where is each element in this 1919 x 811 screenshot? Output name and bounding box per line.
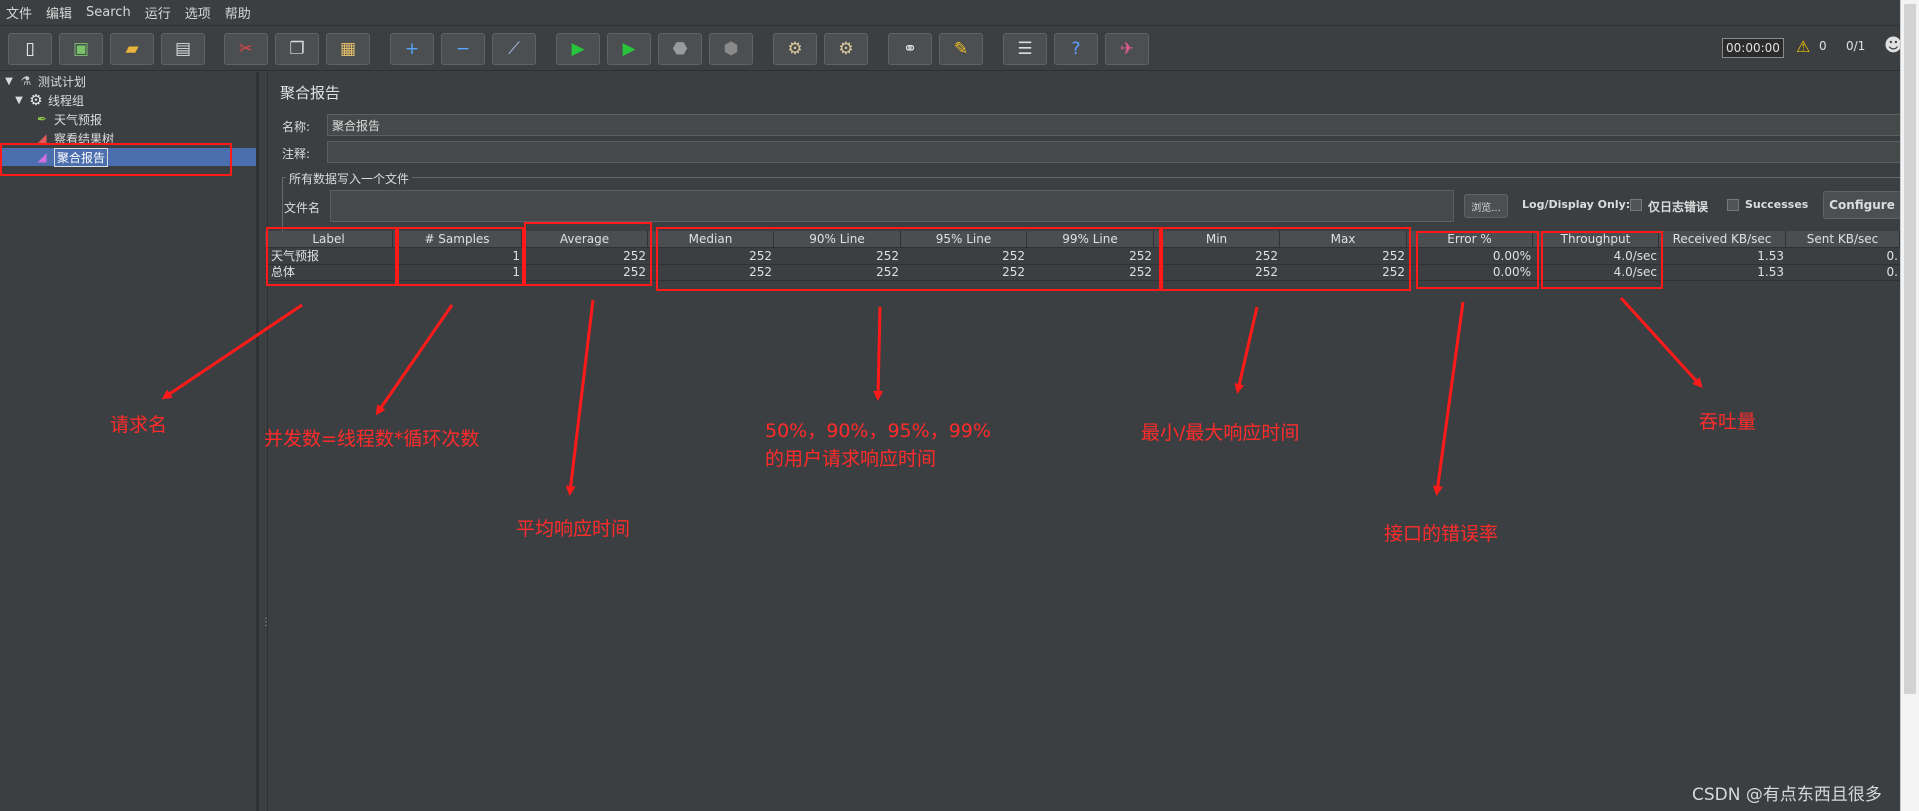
open-icon[interactable]: ▰ [110,33,154,65]
reset-search-icon[interactable]: ✎ [939,33,983,65]
annotation-box-samples [397,227,524,286]
function-helper-icon[interactable]: ☰ [1003,33,1047,65]
shutdown-icon[interactable]: ⬢ [709,33,753,65]
menu-search[interactable]: Search [86,5,131,20]
annotation-concurrency: 并发数=线程数*循环次数 [264,428,480,450]
annotation-error-rate: 接口的错误率 [1384,523,1499,545]
expand-arrow-icon[interactable]: ▼ [4,76,14,87]
annotation-box-throughput [1541,231,1663,289]
templates-icon[interactable]: ▣ [59,33,103,65]
menu-file[interactable]: 文件 [6,3,32,22]
tree-item-thread-group[interactable]: ▼ ⚙ 线程组 [14,91,84,109]
annotation-minmax: 最小/最大响应时间 [1141,422,1300,444]
comment-field[interactable] [327,141,1900,163]
annotation-percentiles-line2: 的用户请求响应时间 [765,448,937,470]
menu-help[interactable]: 帮助 [225,3,251,22]
col-header-received[interactable]: Received KB/sec [1659,231,1786,248]
gear-icon: ⚙ [29,91,43,109]
sampler-icon: ✒ [36,112,48,126]
clear-icon[interactable]: ⚙ [773,33,817,65]
tree-item-label: 线程组 [48,93,85,108]
new-plan-icon[interactable]: ▯ [8,33,52,65]
aggregate-report-panel: 聚合报告 名称: 注释: 所有数据写入一个文件 文件名 浏览... Log/Di… [267,72,1900,811]
paste-icon[interactable]: ▦ [326,33,370,65]
name-label: 名称: [282,120,311,134]
elapsed-timer: 00:00:00 [1722,38,1784,58]
search-icon[interactable]: ⚭ [888,33,932,65]
table-cell[interactable]: 0. [1786,249,1900,264]
annotation-percentiles-line1: 50%，90%，95%，99% [765,420,991,442]
browse-button[interactable]: 浏览... [1464,194,1508,218]
menu-run[interactable]: 运行 [145,3,171,22]
comment-label: 注释: [282,147,311,161]
remote-icon[interactable]: ✈ [1105,33,1149,65]
cut-icon[interactable]: ✂ [224,33,268,65]
annotation-request-name: 请求名 [110,414,168,436]
stop-icon[interactable]: ⬣ [658,33,702,65]
tree-item-label: 测试计划 [38,74,87,89]
save-icon[interactable]: ▤ [161,33,205,65]
collapse-icon[interactable]: − [441,33,485,65]
col-header-sent[interactable]: Sent KB/sec [1786,231,1900,248]
file-name-label: 文件名 [284,201,321,215]
clear-all-icon[interactable]: ⚙ [824,33,868,65]
copy-icon[interactable]: ❐ [275,33,319,65]
expand-arrow-icon[interactable]: ▼ [14,95,24,106]
flask-icon: ⚗ [20,74,32,88]
watermark: CSDN @有点东西且很多 [1692,785,1882,805]
configure-button[interactable]: Configure [1823,191,1900,219]
remote-status-icon: ☻ [1884,35,1900,56]
annotation-box-percentiles [656,227,1161,291]
menu-options[interactable]: 选项 [185,3,211,22]
tree-item-test-plan[interactable]: ▼ ⚗ 测试计划 [4,72,86,90]
file-name-field[interactable] [330,190,1454,222]
tree-item-label: 天气预报 [54,112,103,127]
page-scrollbar[interactable] [1900,0,1919,811]
table-cell[interactable]: 1.53 [1659,249,1786,264]
test-plan-tree: ▼ ⚗ 测试计划 ▼ ⚙ 线程组 ✒ 天气预报 ◢ 察看结果树 ◢ 聚合报告 [0,72,258,811]
expand-icon[interactable]: + [390,33,434,65]
help-icon[interactable]: ? [1054,33,1098,65]
file-group-title: 所有数据写入一个文件 [286,170,413,187]
start-icon[interactable]: ▶ [556,33,600,65]
toggle-icon[interactable]: ⟋ [492,33,536,65]
menu-edit[interactable]: 编辑 [46,3,72,22]
table-cell[interactable]: 0. [1786,265,1900,280]
annotation-box-minmax [1161,227,1411,291]
jmeter-window: 文件 编辑 Search 运行 选项 帮助 ▯ ▣ ▰ ▤ ✂ ❐ ▦ + − … [0,0,1900,811]
successes-label: Successes [1745,198,1809,211]
active-threads: 0/1 [1846,39,1866,53]
annotation-average: 平均响应时间 [516,518,631,540]
annotation-box-average [524,222,652,286]
start-no-pause-icon[interactable]: ▶ [607,33,651,65]
annotation-box-error [1416,231,1539,289]
tree-item-weather[interactable]: ✒ 天气预报 [34,110,102,128]
name-field[interactable] [327,114,1900,136]
warning-icon[interactable]: ⚠ [1796,37,1810,56]
page-title: 聚合报告 [280,84,341,102]
successes-checkbox[interactable] [1727,199,1739,211]
scrollbar-thumb[interactable] [1904,4,1916,694]
table-cell[interactable]: 1.53 [1659,265,1786,280]
annotation-throughput: 吞吐量 [1699,411,1757,433]
errors-only-checkbox[interactable] [1630,199,1642,211]
errors-only-label: 仅日志错误 [1648,200,1709,214]
warning-count: 0 [1819,39,1827,53]
log-display-label: Log/Display Only: [1522,198,1631,211]
annotation-box-label [266,227,397,286]
annotation-box-tree-selection [0,143,232,176]
toolbar: ▯ ▣ ▰ ▤ ✂ ❐ ▦ + − ⟋ ▶ ▶ ⬣ ⬢ ⚙ ⚙ ⚭ ✎ ☰ ? … [0,27,1900,71]
menu-bar: 文件 编辑 Search 运行 选项 帮助 [0,0,1900,26]
